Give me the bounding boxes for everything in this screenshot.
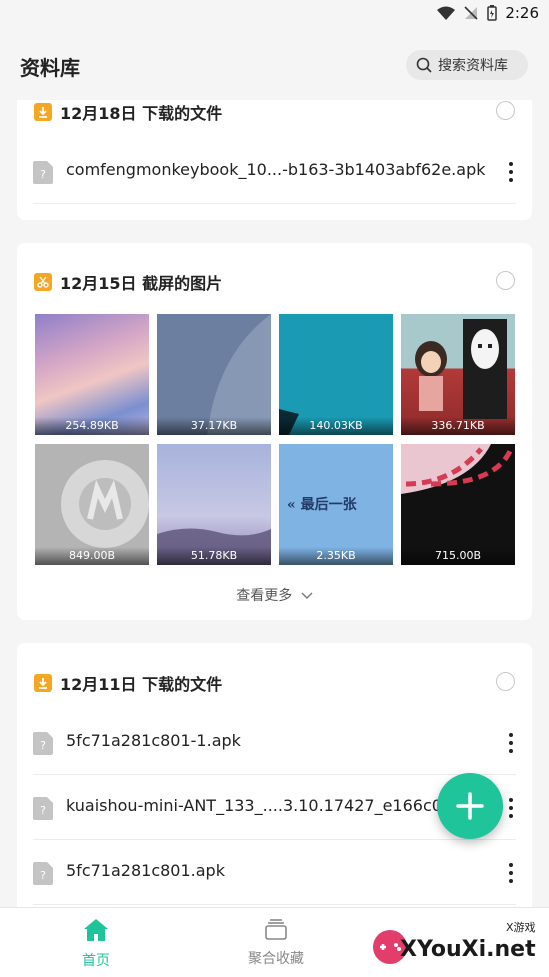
tab-label: 聚合收藏: [248, 951, 304, 967]
scissors-icon: [34, 273, 52, 291]
file-name: comfengmonkeybook_10...-b163-3b1403abf62…: [66, 160, 486, 179]
search-label: 搜索资料库: [438, 58, 508, 74]
image-thumbnail[interactable]: 715.00B: [401, 444, 515, 565]
image-thumbnail[interactable]: 37.17KB: [157, 314, 271, 435]
search-button[interactable]: 搜索资料库: [406, 50, 528, 80]
image-size: 254.89KB: [35, 417, 149, 435]
image-size: 140.03KB: [279, 417, 393, 435]
section-date-title: 12月11日 下载的文件: [60, 675, 223, 694]
image-thumbnail[interactable]: « 最后一张 2.35KB: [279, 444, 393, 565]
search-icon: [416, 57, 432, 73]
battery-icon: [487, 5, 498, 21]
view-more-label: 查看更多: [236, 588, 293, 604]
file-name: kuaishou-mini-ANT_133_....3.10.17427_e16…: [66, 796, 448, 815]
image-size: 2.35KB: [279, 547, 393, 565]
download-icon: [34, 103, 52, 121]
unknown-file-icon: ?: [33, 797, 53, 820]
more-options-icon[interactable]: [502, 859, 520, 887]
unknown-file-icon: ?: [33, 732, 53, 755]
image-thumbnail[interactable]: 336.71KB: [401, 314, 515, 435]
image-thumbnail[interactable]: 254.89KB: [35, 314, 149, 435]
image-thumbnail[interactable]: 140.03KB: [279, 314, 393, 435]
svg-text:?: ?: [40, 804, 46, 817]
plus-icon: [456, 792, 484, 820]
svg-text:?: ?: [40, 739, 46, 752]
file-row[interactable]: ? 5fc71a281c801.apk: [33, 841, 516, 905]
file-name: 5fc71a281c801-1.apk: [66, 731, 241, 750]
more-options-icon[interactable]: [502, 158, 520, 186]
app-header: 资料库 搜索资料库: [0, 44, 549, 86]
no-signal-icon: [464, 6, 478, 20]
image-thumbnail[interactable]: 51.78KB: [157, 444, 271, 565]
section-select-radio[interactable]: [496, 271, 515, 290]
chevron-down-icon: [301, 592, 313, 599]
watermark-small-text: X游戏: [506, 921, 536, 934]
watermark-logo: X游戏 XYouXi.net: [370, 915, 549, 977]
section-select-radio[interactable]: [496, 672, 515, 691]
more-options-icon[interactable]: [502, 729, 520, 757]
section-date-title: 12月15日 截屏的图片: [60, 274, 223, 293]
home-icon: [84, 919, 108, 941]
status-bar: 2:26: [0, 0, 549, 30]
file-name: 5fc71a281c801.apk: [66, 861, 225, 880]
image-thumbnail[interactable]: 849.00B: [35, 444, 149, 565]
section-card-dec11: 12月11日 下载的文件 ? 5fc71a281c801-1.apk ? kua…: [17, 643, 532, 907]
wifi-icon: [437, 6, 456, 20]
page-title: 资料库: [20, 56, 80, 80]
tab-label: 首页: [82, 953, 110, 969]
more-options-icon[interactable]: [502, 794, 520, 822]
view-more-link[interactable]: 查看更多: [17, 585, 532, 605]
stack-icon: [265, 919, 287, 940]
unknown-file-icon: ?: [33, 862, 53, 885]
section-date-title: 12月18日 下载的文件: [60, 104, 223, 123]
watermark-text: XYouXi.net: [400, 937, 536, 962]
section-header: 12月11日 下载的文件: [34, 671, 222, 695]
section-card-dec18: 12月18日 下载的文件 ? comfengmonkeybook_10...-b…: [17, 100, 532, 220]
svg-text:?: ?: [40, 869, 46, 882]
file-row[interactable]: ? 5fc71a281c801-1.apk: [33, 711, 516, 775]
svg-text:?: ?: [40, 168, 46, 181]
image-size: 849.00B: [35, 547, 149, 565]
add-button[interactable]: [437, 773, 503, 839]
image-size: 336.71KB: [401, 417, 515, 435]
file-row[interactable]: ? comfengmonkeybook_10...-b163-3b1403abf…: [33, 140, 516, 204]
status-time: 2:26: [505, 4, 539, 22]
tab-home[interactable]: 首页: [36, 918, 156, 970]
unknown-file-icon: ?: [33, 161, 53, 184]
image-size: 715.00B: [401, 547, 515, 565]
section-header: 12月15日 截屏的图片: [34, 270, 222, 294]
section-card-dec15: 12月15日 截屏的图片 254.89KB 37.17KB 140.03KB 3…: [17, 243, 532, 620]
download-icon: [34, 674, 52, 692]
section-select-radio[interactable]: [496, 101, 515, 120]
image-size: 37.17KB: [157, 417, 271, 435]
image-caption: « 最后一张: [287, 497, 357, 513]
image-size: 51.78KB: [157, 547, 271, 565]
tab-collections[interactable]: 聚合收藏: [216, 918, 336, 968]
section-header: 12月18日 下载的文件: [34, 100, 222, 124]
